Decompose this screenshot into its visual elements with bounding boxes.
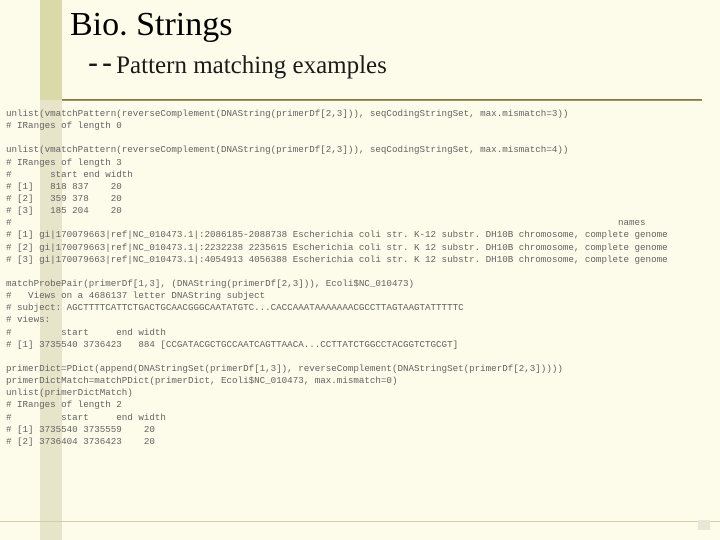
- code-line: # IRanges of length 3: [0, 157, 720, 169]
- code-line: [0, 266, 720, 278]
- code-line: # IRanges of length 2: [0, 399, 720, 411]
- code-line: # [1] 3735540 3735559 20: [0, 424, 720, 436]
- code-line: primerDictMatch=matchPDict(primerDict, E…: [0, 375, 720, 387]
- subtitle-text: Pattern matching examples: [116, 52, 387, 79]
- code-line: primerDict=PDict(append(DNAStringSet(pri…: [0, 363, 720, 375]
- code-line: # start end width: [0, 169, 720, 181]
- code-line: # views:: [0, 314, 720, 326]
- title-underline: [62, 99, 702, 101]
- code-line: unlist(vmatchPattern(reverseComplement(D…: [0, 108, 720, 120]
- code-line: # [2] 359 378 20: [0, 193, 720, 205]
- code-line: # [2] 3736404 3736423 20: [0, 436, 720, 448]
- code-line: # IRanges of length 0: [0, 120, 720, 132]
- code-line: # subject: AGCTTTTCATTCTGACTGCAACGGGCAAT…: [0, 302, 720, 314]
- code-line: # start end width: [0, 412, 720, 424]
- footer-box: [698, 520, 710, 530]
- code-line: matchProbePair(primerDf[1,3], (DNAString…: [0, 278, 720, 290]
- code-line: # [1] gi|170079663|ref|NC_010473.1|:2086…: [0, 229, 720, 241]
- code-line: # [2] gi|170079663|ref|NC_010473.1|:2232…: [0, 242, 720, 254]
- code-line: # [1] 3735540 3736423 884 [CCGATACGCTGCC…: [0, 339, 720, 351]
- slide-title: Bio. Strings: [70, 6, 690, 44]
- code-line: # [3] 185 204 20: [0, 205, 720, 217]
- code-line: unlist(primerDictMatch): [0, 387, 720, 399]
- code-line: # start end width: [0, 327, 720, 339]
- footer-line: [0, 521, 720, 522]
- code-line: [0, 351, 720, 363]
- code-line: # Views on a 4686137 letter DNAString su…: [0, 290, 720, 302]
- code-line: # names: [0, 217, 720, 229]
- code-line: # [3] gi|170079663|ref|NC_010473.1|:4054…: [0, 254, 720, 266]
- code-line: # [1] 818 837 20: [0, 181, 720, 193]
- subtitle-dashes: --: [84, 46, 112, 81]
- code-line: unlist(vmatchPattern(reverseComplement(D…: [0, 144, 720, 156]
- title-area: Bio. Strings --Pattern matching examples: [70, 6, 690, 81]
- slide: Bio. Strings --Pattern matching examples…: [0, 0, 720, 540]
- code-line: [0, 132, 720, 144]
- slide-subtitle: --Pattern matching examples: [84, 46, 690, 81]
- code-block: unlist(vmatchPattern(reverseComplement(D…: [0, 108, 720, 448]
